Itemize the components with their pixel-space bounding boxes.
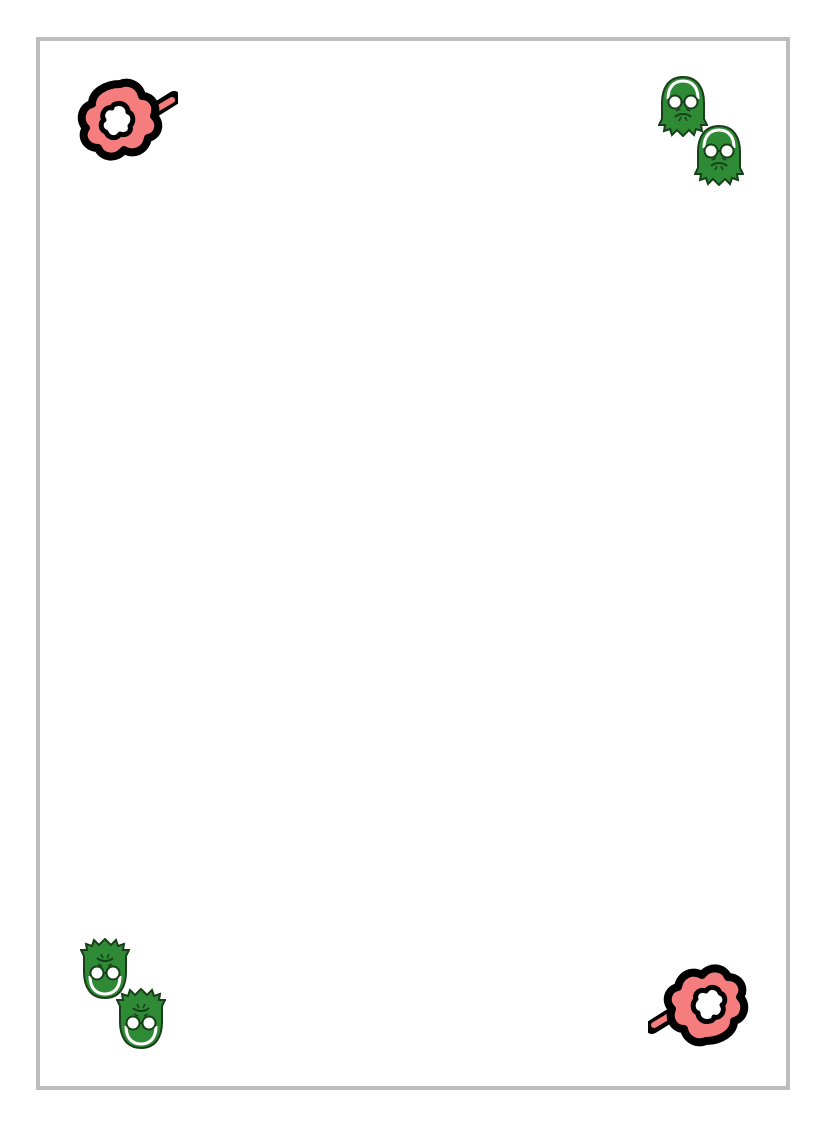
goblin-face-icon <box>116 988 166 1050</box>
puff-burst-icon <box>74 74 178 162</box>
puff-burst-icon <box>648 963 752 1051</box>
playing-card[interactable] <box>36 37 790 1090</box>
game-stage <box>0 0 825 1125</box>
goblin-face-icon <box>694 124 744 186</box>
